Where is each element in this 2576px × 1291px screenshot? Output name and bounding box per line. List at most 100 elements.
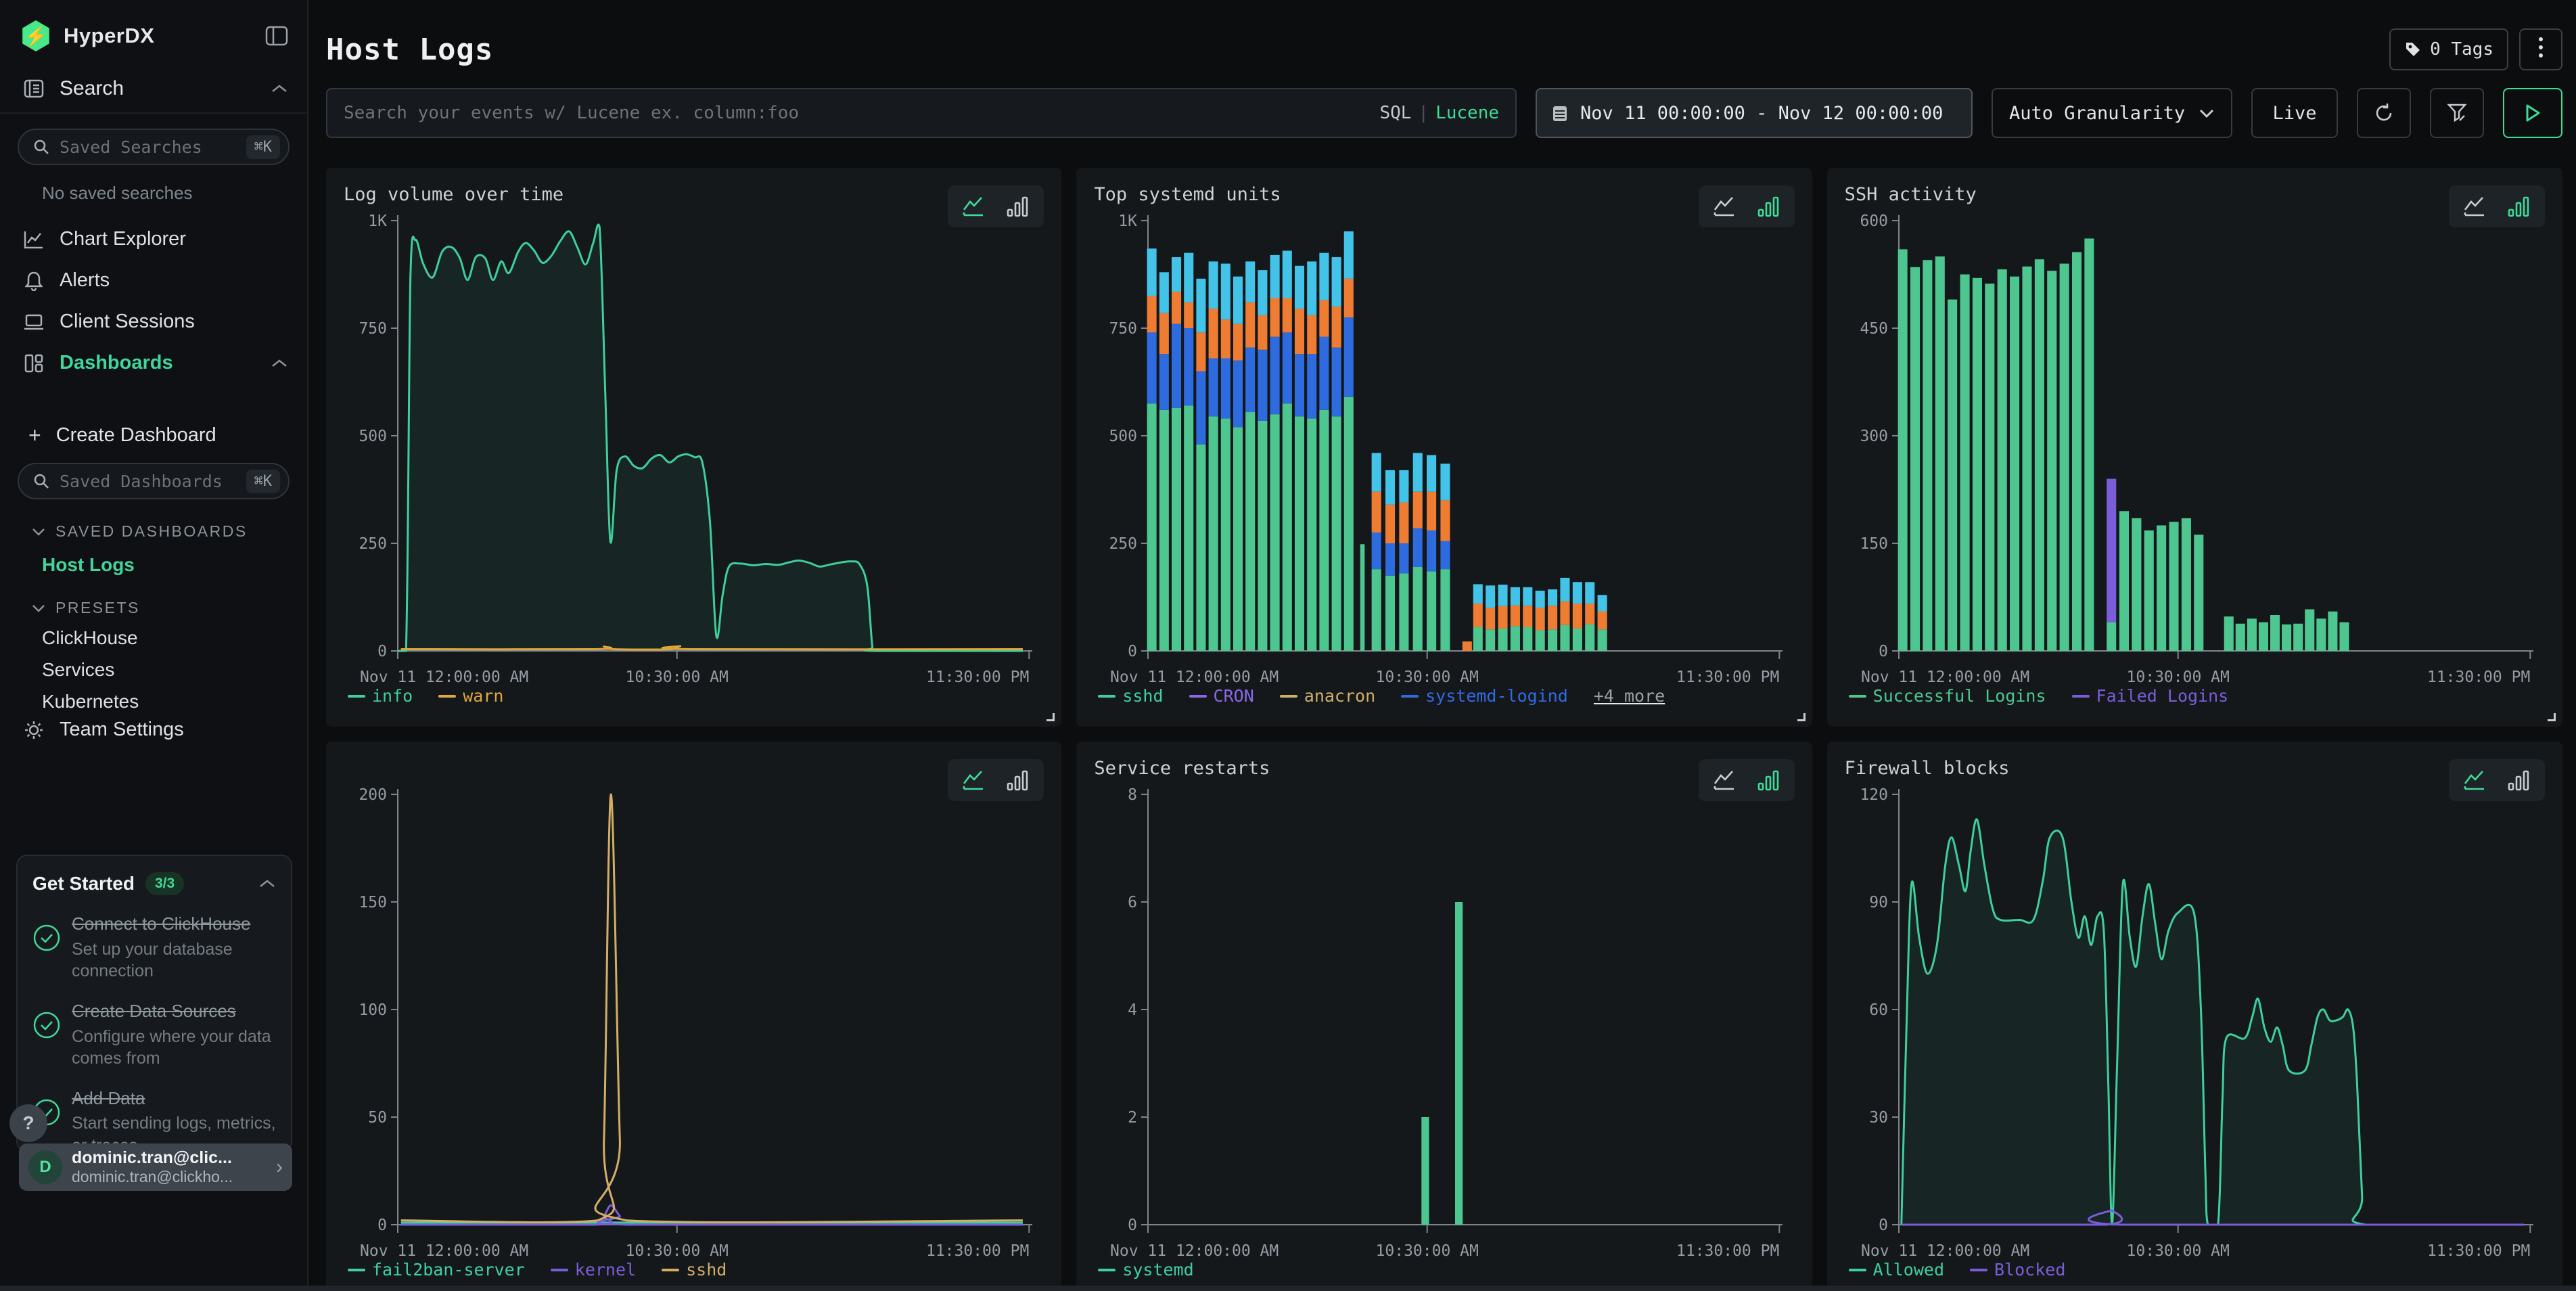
bar-chart-icon[interactable]: [2507, 195, 2531, 218]
chart-type-toggle: [2449, 759, 2545, 801]
resize-handle[interactable]: [1797, 713, 1806, 721]
legend-item[interactable]: CRON: [1189, 686, 1254, 706]
user-email: dominic.tran@clickho...: [72, 1168, 267, 1186]
avatar: D: [28, 1150, 62, 1184]
svg-text:Nov 11 12:00:00 AM: Nov 11 12:00:00 AM: [360, 1242, 528, 1259]
svg-text:Nov 11 12:00:00 AM: Nov 11 12:00:00 AM: [1861, 669, 2029, 685]
bar-chart-icon[interactable]: [2507, 769, 2531, 792]
svg-text:500: 500: [359, 428, 387, 445]
svg-text:750: 750: [359, 320, 387, 338]
chevron-up-icon[interactable]: [258, 878, 276, 889]
bar-chart-icon[interactable]: [1006, 195, 1030, 218]
get-started-step-sources[interactable]: Create Data Sources Configure where your…: [32, 1000, 276, 1070]
sql-toggle[interactable]: SQL: [1379, 103, 1411, 123]
granularity-select[interactable]: Auto Granularity: [1992, 88, 2232, 138]
refresh-icon: [2373, 102, 2395, 124]
legend-dash: [1280, 695, 1297, 698]
presets-section[interactable]: PRESETS: [0, 576, 307, 617]
scrollbar-track[interactable]: [0, 1286, 2576, 1291]
sidebar-item-dashboards[interactable]: Dashboards: [0, 342, 307, 384]
svg-text:11:30:00 PM: 11:30:00 PM: [1676, 1242, 1779, 1259]
legend-item[interactable]: Blocked: [1970, 1260, 2065, 1279]
play-icon: [2525, 104, 2541, 122]
line-chart-icon[interactable]: [961, 769, 988, 792]
chart-type-toggle: [948, 759, 1044, 801]
sidebar-item-services[interactable]: Services: [0, 649, 307, 681]
date-range-picker[interactable]: Nov 11 00:00:00 - Nov 12 00:00:00: [1536, 88, 1973, 138]
chart-canvas[interactable]: 1209060300Nov 11 12:00:00 AM10:30:00 AM1…: [1845, 785, 2544, 1259]
bar-chart-icon[interactable]: [1757, 195, 1781, 218]
chevron-down-icon: [31, 604, 46, 613]
legend-item[interactable]: Failed Logins: [2072, 686, 2229, 706]
lucene-toggle[interactable]: Lucene: [1435, 103, 1499, 123]
more-menu-button[interactable]: [2519, 28, 2562, 70]
saved-searches-input[interactable]: Saved Searches ⌘K: [18, 129, 290, 165]
filter-icon: [2446, 102, 2468, 124]
filter-button[interactable]: [2430, 88, 2484, 138]
line-chart-icon[interactable]: [2462, 769, 2489, 792]
tags-button[interactable]: 0 Tags: [2389, 28, 2508, 70]
chart-canvas[interactable]: 86420Nov 11 12:00:00 AM10:30:00 AM11:30:…: [1094, 785, 1793, 1259]
event-search-input[interactable]: Search your events w/ Lucene ex. column:…: [326, 88, 1517, 138]
get-started-step-connect[interactable]: Connect to ClickHouse Set up your databa…: [32, 913, 276, 982]
chart-panel-4: Service restarts 86420Nov 11 12:00:00 AM…: [1076, 742, 1812, 1291]
sidebar-item-clickhouse[interactable]: ClickHouse: [0, 617, 307, 649]
svg-text:50: 50: [368, 1109, 387, 1127]
chevron-up-icon: [271, 83, 288, 94]
bar-chart-icon[interactable]: [1006, 769, 1030, 792]
legend-item[interactable]: kernel: [551, 1260, 636, 1279]
live-button[interactable]: Live: [2251, 88, 2338, 138]
sidebar-item-host-logs[interactable]: Host Logs: [0, 541, 307, 576]
sidebar-item-team-settings[interactable]: Team Settings: [0, 709, 307, 750]
chart-canvas[interactable]: 6004503001500Nov 11 12:00:00 AM10:30:00 …: [1845, 211, 2544, 685]
sidebar-item-alerts[interactable]: Alerts: [0, 260, 307, 301]
create-dashboard-button[interactable]: + Create Dashboard: [0, 413, 307, 448]
check-circle-icon: [32, 1011, 61, 1070]
resize-handle[interactable]: [2548, 713, 2556, 721]
legend-item[interactable]: systemd-logind: [1401, 686, 1568, 706]
help-button[interactable]: ?: [9, 1104, 47, 1142]
sidebar-collapse-icon[interactable]: [265, 26, 288, 46]
chart-canvas[interactable]: 1K7505002500Nov 11 12:00:00 AM10:30:00 A…: [344, 211, 1043, 685]
svg-text:200: 200: [359, 786, 387, 804]
bar-chart-icon[interactable]: [1757, 769, 1781, 792]
svg-text:6: 6: [1128, 894, 1137, 911]
svg-text:11:30:00 PM: 11:30:00 PM: [2427, 1242, 2530, 1259]
saved-dashboards-section[interactable]: SAVED DASHBOARDS: [0, 499, 307, 541]
svg-text:Nov 11 12:00:00 AM: Nov 11 12:00:00 AM: [1861, 1242, 2029, 1259]
main-content: Host Logs 0 Tags Search your events w/ L…: [310, 0, 2576, 1291]
run-query-button[interactable]: [2503, 88, 2562, 138]
saved-dashboards-input[interactable]: Saved Dashboards ⌘K: [18, 463, 290, 499]
sidebar-item-client-sessions[interactable]: Client Sessions: [0, 301, 307, 342]
hyperdx-app: ⚡ HyperDX Search Saved Searches ⌘K No sa…: [0, 0, 2576, 1291]
svg-text:2: 2: [1128, 1109, 1137, 1127]
user-menu[interactable]: D dominic.tran@clic... dominic.tran@clic…: [19, 1143, 292, 1191]
legend-item[interactable]: sshd: [1098, 686, 1163, 706]
sidebar-item-kubernetes[interactable]: Kubernetes: [0, 681, 307, 712]
resize-handle[interactable]: [1046, 713, 1055, 721]
legend-item[interactable]: Allowed: [1849, 1260, 1944, 1279]
legend-item[interactable]: Successful Logins: [1849, 686, 2046, 706]
sidebar-item-chart-explorer[interactable]: Chart Explorer: [0, 219, 307, 260]
search-icon: [32, 138, 50, 156]
legend-item[interactable]: systemd: [1098, 1260, 1193, 1279]
refresh-button[interactable]: [2357, 88, 2411, 138]
legend-item[interactable]: warn: [438, 686, 503, 706]
page-title: Host Logs: [326, 32, 493, 67]
chart-canvas[interactable]: 200150100500Nov 11 12:00:00 AM10:30:00 A…: [344, 785, 1043, 1259]
legend-item[interactable]: info: [348, 686, 413, 706]
line-chart-icon[interactable]: [2462, 195, 2489, 218]
svg-text:750: 750: [1109, 320, 1138, 338]
legend-item[interactable]: anacron: [1280, 686, 1375, 706]
legend-item[interactable]: fail2ban-server: [348, 1260, 525, 1279]
legend-item[interactable]: +4 more: [1594, 686, 1665, 706]
svg-text:60: 60: [1869, 1001, 1888, 1019]
shortcut-badge: ⌘K: [246, 135, 281, 159]
line-chart-icon[interactable]: [1712, 195, 1739, 218]
sidebar-item-search[interactable]: Search: [0, 51, 307, 112]
legend-item[interactable]: sshd: [662, 1260, 727, 1279]
line-chart-icon[interactable]: [961, 195, 988, 218]
bell-icon: [22, 271, 46, 291]
chart-canvas[interactable]: 1K7505002500Nov 11 12:00:00 AM10:30:00 A…: [1094, 211, 1793, 685]
line-chart-icon[interactable]: [1712, 769, 1739, 792]
